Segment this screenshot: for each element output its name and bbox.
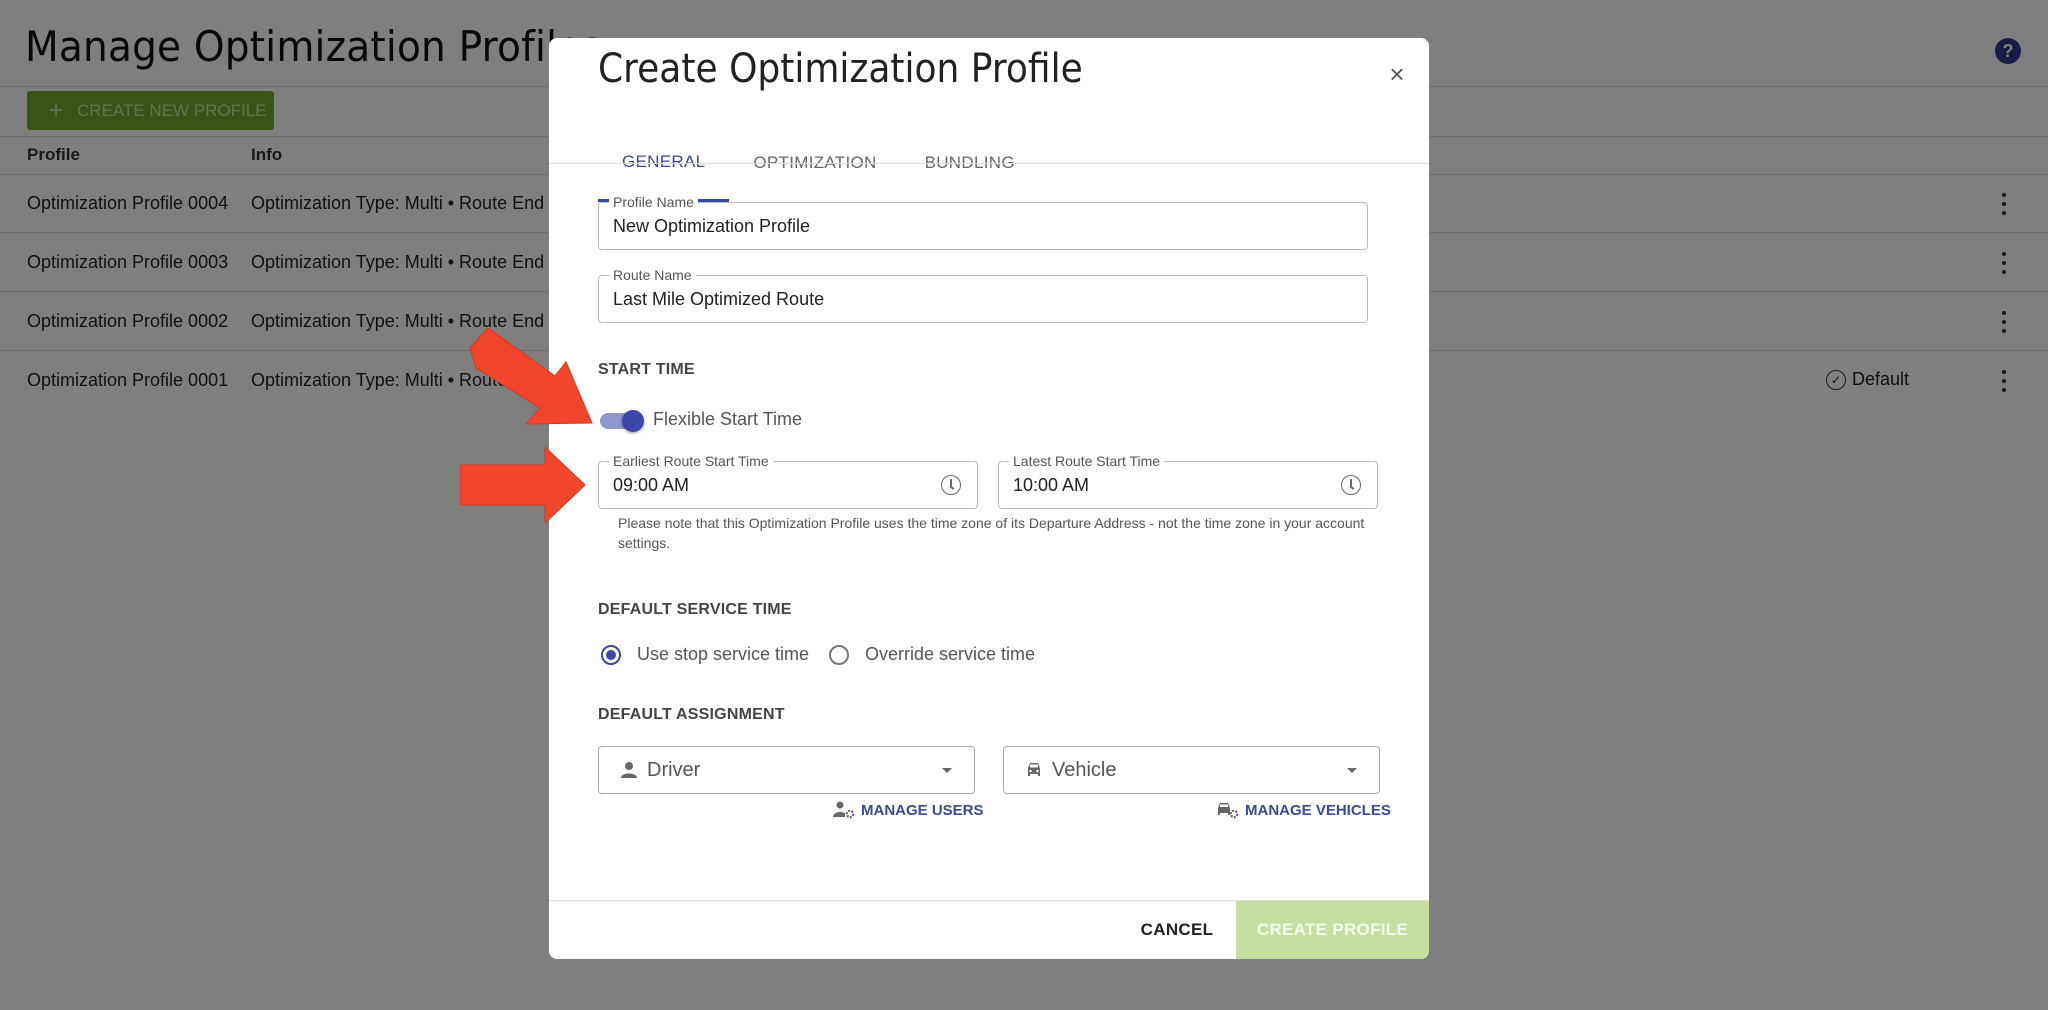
- latest-start-time-field[interactable]: Latest Route Start Time 10:00 AM: [998, 453, 1378, 509]
- create-profile-button[interactable]: CREATE PROFILE: [1236, 901, 1429, 959]
- create-profile-dialog: Create Optimization Profile × GENERAL OP…: [549, 38, 1429, 959]
- flexible-start-time-toggle[interactable]: [600, 409, 644, 433]
- earliest-start-time-field[interactable]: Earliest Route Start Time 09:00 AM: [598, 453, 978, 509]
- latest-start-time-label: Latest Route Start Time: [1009, 453, 1165, 469]
- use-stop-service-time-label[interactable]: Use stop service time: [637, 644, 809, 665]
- vehicle-select[interactable]: Vehicle: [1003, 746, 1380, 794]
- latest-start-time-input[interactable]: 10:00 AM: [1013, 475, 1089, 496]
- clock-icon[interactable]: [941, 475, 961, 495]
- driver-select[interactable]: Driver: [598, 746, 975, 794]
- route-name-label: Route Name: [609, 267, 696, 283]
- tabs-divider: [549, 163, 1429, 164]
- manage-users-link[interactable]: MANAGE USERS: [833, 801, 984, 819]
- manage-vehicles-link[interactable]: MANAGE VEHICLES: [1217, 801, 1391, 819]
- annotation-arrow-icon: [460, 447, 585, 523]
- manage-users-label: MANAGE USERS: [861, 801, 984, 819]
- override-service-time-radio[interactable]: [829, 645, 849, 665]
- tab-bar: GENERAL OPTIMIZATION BUNDLING: [598, 124, 1039, 204]
- car-icon: [1028, 763, 1040, 776]
- earliest-start-time-input[interactable]: 09:00 AM: [613, 475, 689, 496]
- profile-name-label: Profile Name: [609, 194, 698, 210]
- close-icon[interactable]: ×: [1385, 61, 1409, 87]
- chevron-down-icon: [1347, 768, 1357, 773]
- use-stop-service-time-radio[interactable]: [601, 645, 621, 665]
- chevron-down-icon: [942, 768, 952, 773]
- profile-name-input[interactable]: New Optimization Profile: [613, 216, 810, 237]
- vehicle-select-value: Vehicle: [1052, 759, 1117, 781]
- route-name-field[interactable]: Route Name Last Mile Optimized Route: [598, 267, 1368, 323]
- timezone-note: Please note that this Optimization Profi…: [618, 515, 1365, 551]
- route-name-input[interactable]: Last Mile Optimized Route: [613, 289, 824, 310]
- user-settings-icon: [833, 801, 855, 819]
- earliest-start-time-label: Earliest Route Start Time: [609, 453, 773, 469]
- cancel-button[interactable]: CANCEL: [1117, 901, 1237, 959]
- manage-vehicles-label: MANAGE VEHICLES: [1245, 801, 1391, 819]
- start-time-heading: START TIME: [598, 361, 695, 378]
- driver-select-value: Driver: [647, 759, 701, 781]
- flexible-start-time-label: Flexible Start Time: [653, 409, 803, 429]
- clock-icon[interactable]: [1341, 475, 1361, 495]
- default-service-time-heading: DEFAULT SERVICE TIME: [598, 601, 792, 618]
- person-icon: [621, 762, 637, 778]
- dialog-title: Create Optimization Profile: [598, 46, 1083, 92]
- default-assignment-heading: DEFAULT ASSIGNMENT: [598, 706, 785, 723]
- vehicle-settings-icon: [1218, 803, 1239, 819]
- override-service-time-label[interactable]: Override service time: [865, 644, 1035, 665]
- toggle-knob: [622, 410, 644, 432]
- profile-name-field[interactable]: Profile Name New Optimization Profile: [598, 194, 1368, 250]
- annotation-arrow-icon: [470, 328, 593, 425]
